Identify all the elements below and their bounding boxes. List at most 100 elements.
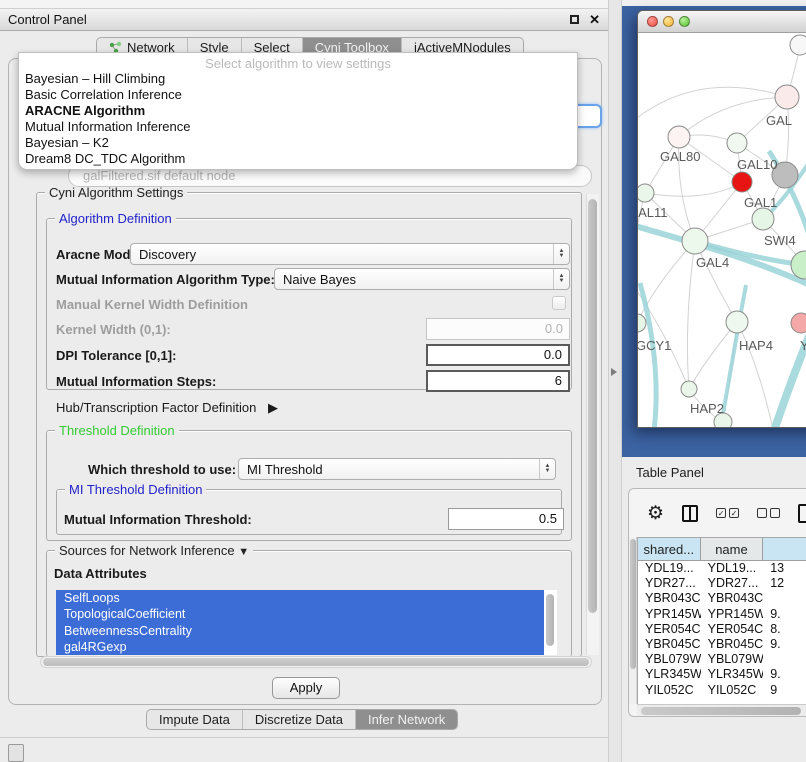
- unchecked-box-icon: [757, 508, 767, 518]
- network-edge-highlighted[interactable]: [640, 283, 656, 427]
- table-panel-title: Table Panel: [636, 465, 704, 480]
- checked-box-icon: ✓: [716, 508, 726, 518]
- table-cell: 13: [763, 561, 806, 576]
- network-node-gal-partial[interactable]: [775, 85, 799, 109]
- column-header[interactable]: shared...: [638, 538, 701, 560]
- minimized-panel-icon[interactable]: [8, 744, 24, 762]
- tab-infer-network[interactable]: Infer Network: [356, 710, 457, 729]
- sources-group-title: Sources for Network Inference ▼: [55, 543, 253, 558]
- combo-stepper-icon: ▲▼: [553, 269, 569, 289]
- settings-hscroll-thumb[interactable]: [43, 658, 589, 666]
- network-window-titlebar[interactable]: [638, 11, 806, 33]
- mi-threshold-field[interactable]: 0.5: [448, 508, 564, 530]
- attr-list-scrollbar[interactable]: [546, 594, 554, 646]
- column-header[interactable]: [763, 538, 806, 560]
- table-vscroll-track[interactable]: [629, 537, 637, 704]
- data-attribute-item[interactable]: gal4RGexp: [56, 639, 544, 655]
- network-node-hap4[interactable]: [726, 311, 748, 333]
- mi-algorithm-type-value: Naive Bayes: [283, 272, 553, 287]
- collapse-down-icon[interactable]: ▼: [238, 546, 249, 558]
- tab-impute-data[interactable]: Impute Data: [147, 710, 243, 729]
- apply-button[interactable]: Apply: [272, 677, 340, 699]
- table-hscroll-thumb[interactable]: [641, 707, 801, 715]
- network-edge[interactable]: [638, 87, 787, 121]
- dpi-tolerance-field[interactable]: 0.0: [426, 344, 570, 366]
- hub-definition-toggle[interactable]: Hub/Transcription Factor Definition ▶: [56, 400, 278, 416]
- network-edge[interactable]: [645, 182, 742, 196]
- float-panel-icon[interactable]: [570, 15, 579, 24]
- algorithm-option[interactable]: Basic Correlation Inference: [19, 87, 577, 103]
- new-table-icon[interactable]: [798, 504, 806, 523]
- data-attribute-item[interactable]: SelfLoops: [56, 590, 544, 606]
- manual-kernel-width-label: Manual Kernel Width Definition: [56, 297, 248, 312]
- node-label-gal1: GAL1: [744, 195, 777, 210]
- checked-box-icon: ✓: [729, 508, 739, 518]
- table-row[interactable]: YLR345WYLR345W9.: [638, 667, 806, 682]
- data-attributes-list[interactable]: SelfLoopsTopologicalCoefficientBetweenne…: [56, 590, 557, 655]
- algorithm-option[interactable]: ARACNE Algorithm: [19, 103, 577, 119]
- data-attribute-item[interactable]: BetweennessCentrality: [56, 623, 544, 639]
- table-row[interactable]: YBL079WYBL079W: [638, 652, 806, 667]
- column-header[interactable]: name: [701, 538, 764, 560]
- data-attribute-item[interactable]: TopologicalCoefficient: [56, 606, 544, 622]
- network-node-node-pink[interactable]: [791, 313, 806, 333]
- table-row[interactable]: YDL19...YDL19...13: [638, 561, 806, 576]
- node-label-gcy1: GCY1: [638, 338, 671, 353]
- table-cell: 9.: [763, 667, 806, 682]
- network-canvas[interactable]: GALGAL80GAL10GAL1GAL11SWI4GAL4GCY1HAP4YH…: [638, 33, 806, 427]
- network-edge[interactable]: [687, 241, 695, 389]
- select-all-columns-icon[interactable]: ✓ ✓: [716, 508, 739, 518]
- algorithm-option[interactable]: Bayesian – Hill Climbing: [19, 71, 577, 87]
- algorithm-option[interactable]: Bayesian – K2: [19, 135, 577, 151]
- network-node-swi4[interactable]: [752, 208, 774, 230]
- table-row[interactable]: YIL052CYIL052C9: [638, 683, 806, 698]
- table-hscroll-track[interactable]: [637, 704, 806, 716]
- threshold-definition-title: Threshold Definition: [55, 423, 179, 438]
- table-cell: YIL052C: [701, 683, 764, 698]
- network-node-gal10[interactable]: [727, 133, 747, 153]
- table-vscroll-thumb[interactable]: [630, 539, 636, 669]
- gear-icon[interactable]: ⚙: [647, 502, 664, 525]
- split-columns-icon[interactable]: [682, 505, 698, 522]
- mi-algorithm-type-label: Mutual Information Algorithm Type:: [56, 272, 275, 287]
- algorithm-option[interactable]: Mutual Information Inference: [19, 119, 577, 135]
- table-row[interactable]: YER054CYER054C8.: [638, 622, 806, 637]
- table-row[interactable]: YBR043CYBR043C: [638, 591, 806, 606]
- algorithm-option[interactable]: Dream8 DC_TDC Algorithm: [19, 151, 577, 167]
- table-row[interactable]: YPR145WYPR145W9.: [638, 607, 806, 622]
- kernel-width-field[interactable]: 0.0: [426, 318, 570, 340]
- window-zoom-icon[interactable]: [679, 16, 690, 27]
- panel-split-divider[interactable]: [608, 0, 622, 762]
- network-node-gal11[interactable]: [638, 184, 654, 202]
- dpi-tolerance-label: DPI Tolerance [0,1]:: [56, 348, 176, 363]
- window-close-icon[interactable]: [647, 16, 658, 27]
- settings-hscroll-track[interactable]: [40, 656, 592, 668]
- network-node-gal4[interactable]: [682, 228, 708, 254]
- table-cell: YDR27...: [638, 576, 701, 591]
- window-minimize-icon[interactable]: [663, 16, 674, 27]
- table-row[interactable]: YDR27...YDR27...12: [638, 576, 806, 591]
- table-row[interactable]: YBR045CYBR045C9.: [638, 637, 806, 652]
- network-node-gcy1[interactable]: [638, 314, 646, 332]
- which-threshold-combo[interactable]: MI Threshold ▲▼: [238, 458, 556, 480]
- settings-vscroll-thumb[interactable]: [588, 199, 597, 613]
- aracne-mode-combo[interactable]: Discovery ▲▼: [130, 243, 570, 265]
- close-panel-icon[interactable]: ✕: [589, 13, 600, 26]
- table-cell: YIL052C: [638, 683, 701, 698]
- manual-kernel-width-checkbox[interactable]: [552, 296, 566, 310]
- network-node-node-top[interactable]: [790, 35, 806, 55]
- network-node-gal80[interactable]: [668, 126, 690, 148]
- network-node-hap2[interactable]: [681, 381, 697, 397]
- mi-steps-field[interactable]: 6: [426, 370, 570, 392]
- tab-discretize-data[interactable]: Discretize Data: [243, 710, 356, 729]
- divider-expand-icon[interactable]: [611, 368, 617, 376]
- collapse-right-icon[interactable]: ▶: [268, 400, 278, 415]
- unselect-all-columns-icon[interactable]: [757, 508, 780, 518]
- node-label-hap2: HAP2: [690, 401, 724, 416]
- table-cell: YPR145W: [638, 607, 701, 622]
- which-threshold-label: Which threshold to use:: [88, 462, 236, 477]
- mi-algorithm-type-combo[interactable]: Naive Bayes ▲▼: [274, 268, 570, 290]
- network-node-gal1[interactable]: [732, 172, 752, 192]
- node-label-swi4: SWI4: [764, 233, 796, 248]
- table-cell: [763, 591, 806, 606]
